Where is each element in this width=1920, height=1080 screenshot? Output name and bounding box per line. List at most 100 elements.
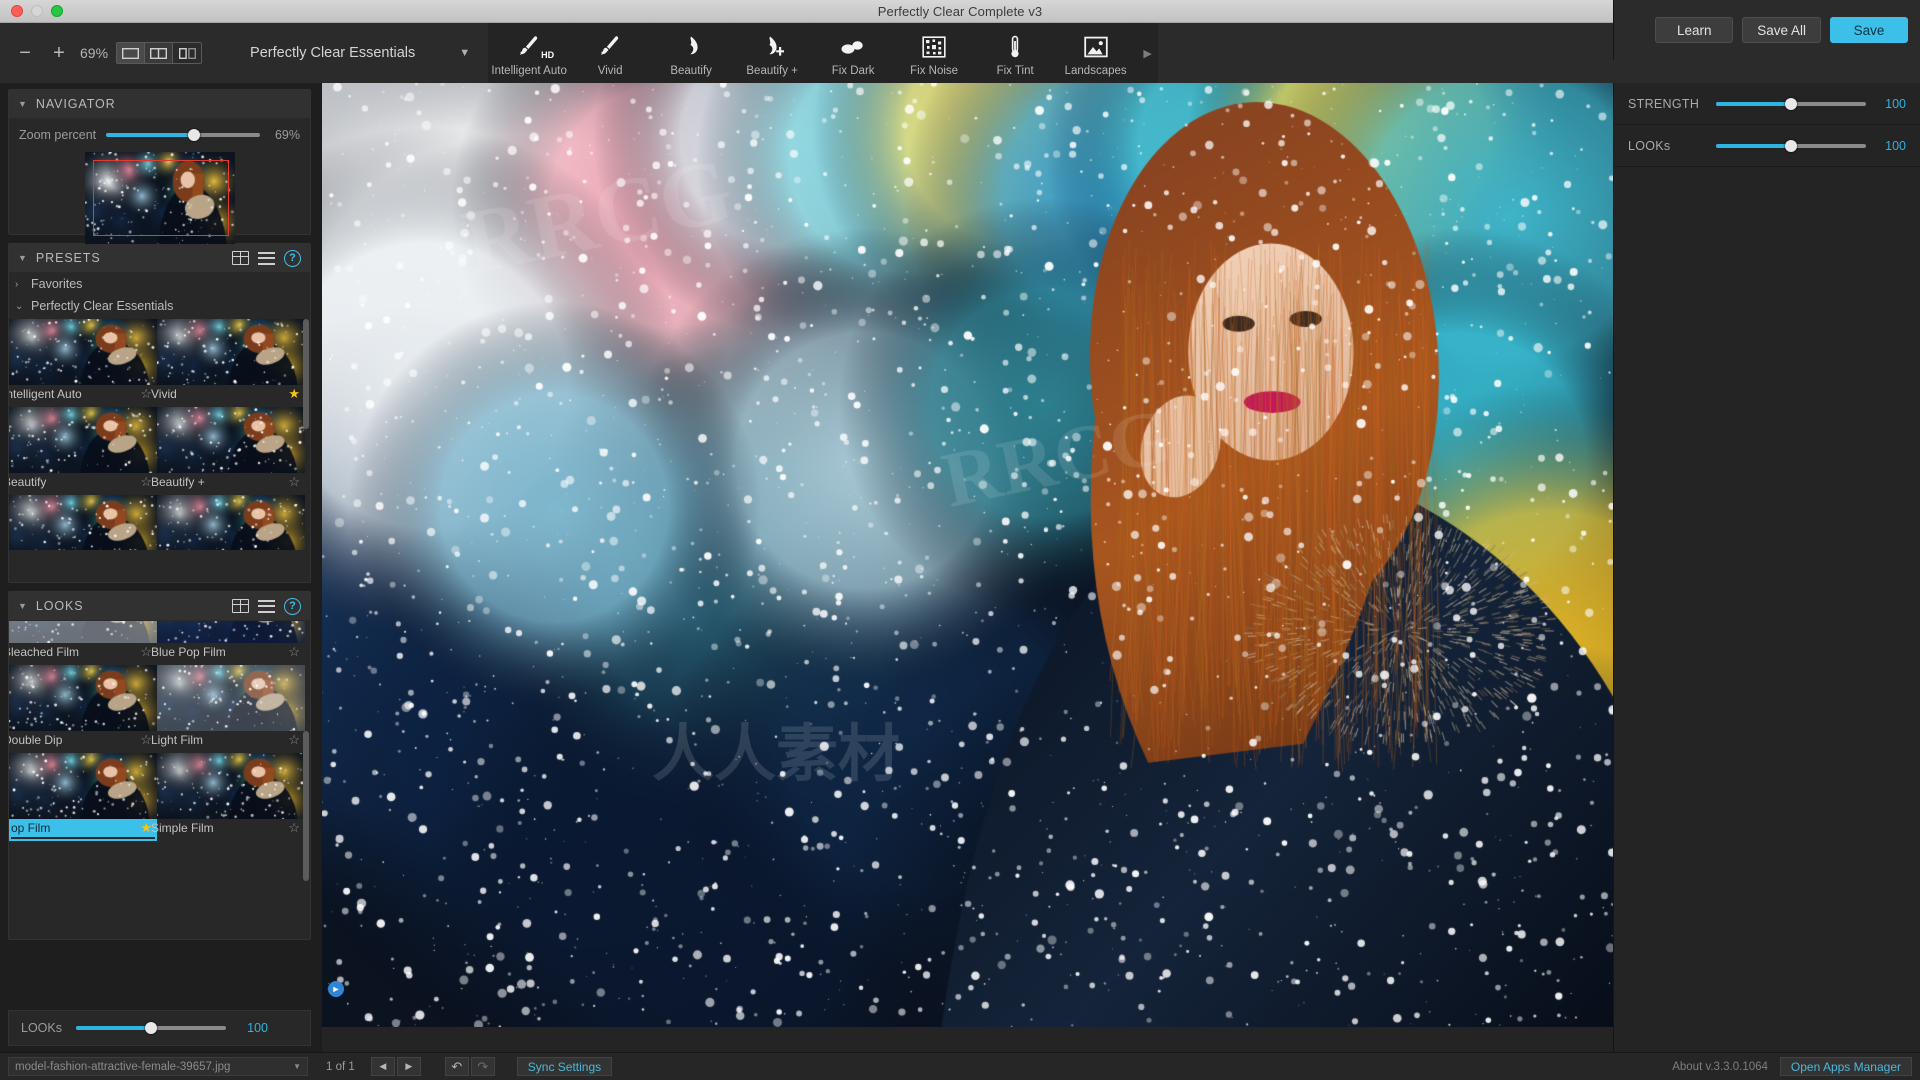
looks-slider[interactable] xyxy=(76,1021,226,1035)
looks-title: LOOKS xyxy=(36,599,84,613)
presets-grid: Intelligent Auto☆Vivid★Beautify☆Beautify… xyxy=(9,317,310,550)
preset-name: Vivid xyxy=(151,387,177,401)
preset-group-label: Favorites xyxy=(31,277,82,291)
preset-thumbnail xyxy=(9,319,157,385)
preset-thumbnail xyxy=(9,665,157,731)
help-icon[interactable]: ? xyxy=(284,250,301,267)
tool-fix-tint[interactable]: Fix Tint xyxy=(974,23,1055,83)
zoom-in-button[interactable]: + xyxy=(42,36,76,70)
preset-cell[interactable]: Pop Film★ xyxy=(9,753,157,841)
tool-vivid[interactable]: Vivid xyxy=(569,23,650,83)
undo-button[interactable]: ↶ xyxy=(445,1057,469,1076)
preset-cell[interactable]: Beautify☆ xyxy=(9,407,157,495)
list-view-icon[interactable] xyxy=(258,252,275,265)
presets-panel: ▼ PRESETS ? › Favorites ⌄ Perfectly Clear E… xyxy=(8,243,311,583)
preset-cell[interactable]: Vivid ★ xyxy=(157,319,305,407)
next-image-button[interactable]: ▶ xyxy=(397,1057,421,1076)
preset-cell[interactable]: Beautify + ☆ xyxy=(157,407,305,495)
list-view-icon[interactable] xyxy=(258,600,275,613)
preset-cell[interactable]: Bleached Film ☆ xyxy=(9,621,157,665)
tools-overflow-arrow[interactable]: ▶ xyxy=(1136,23,1158,83)
preset-cell[interactable]: Double Dip☆ xyxy=(9,665,157,753)
preset-cell[interactable]: Light Film ☆ xyxy=(157,665,305,753)
sync-settings-button[interactable]: Sync Settings xyxy=(517,1057,612,1076)
zoom-out-button[interactable]: − xyxy=(8,36,42,70)
favorite-star-icon[interactable]: ★ xyxy=(288,386,300,402)
side-by-side-view-icon[interactable] xyxy=(173,43,201,63)
about-version-label: About v.3.3.0.1064 xyxy=(1672,1061,1768,1073)
navigator-thumbnail[interactable] xyxy=(85,152,235,250)
looks-header[interactable]: ▼ LOOKS ? xyxy=(9,592,310,621)
looks-scrollbar[interactable] xyxy=(303,731,309,881)
preset-meta: Simple Film ☆ xyxy=(157,819,305,837)
tool-landscapes[interactable]: Landscapes xyxy=(1055,23,1136,83)
preset-name: Beautify xyxy=(9,475,46,489)
grid-view-icon[interactable] xyxy=(232,251,249,265)
preset-name: Blue Pop Film xyxy=(151,645,226,659)
collapse-caret-icon[interactable]: ▼ xyxy=(18,99,27,109)
preset-name: Double Dip xyxy=(9,733,62,747)
tool-beautify[interactable]: Beautify xyxy=(650,23,731,83)
navigator-header[interactable]: ▼ NAVIGATOR xyxy=(9,90,310,119)
favorite-star-icon[interactable]: ☆ xyxy=(288,820,300,836)
presets-scrollbar[interactable] xyxy=(303,319,309,429)
landscape-icon xyxy=(1083,34,1109,60)
looks-grid: Bleached Film☆Blue Pop Film☆Double Dip☆L… xyxy=(9,621,310,841)
preset-name: Beautify + xyxy=(151,475,205,489)
chevron-down-icon: ▼ xyxy=(293,1062,301,1071)
favorite-star-icon[interactable]: ☆ xyxy=(288,474,300,490)
single-view-icon[interactable] xyxy=(117,43,145,63)
redo-button[interactable]: ↷ xyxy=(471,1057,495,1076)
collapse-caret-icon[interactable]: ▼ xyxy=(18,601,27,611)
open-apps-manager-button[interactable]: Open Apps Manager xyxy=(1780,1057,1912,1076)
preset-cell[interactable]: Fix Dark☆ xyxy=(9,495,157,550)
grid-view-icon[interactable] xyxy=(232,599,249,613)
preset-thumbnail xyxy=(157,621,305,643)
collapse-caret-icon[interactable]: ▼ xyxy=(18,253,27,263)
control-slider[interactable] xyxy=(1716,139,1866,153)
preset-meta: Beautify☆ xyxy=(9,473,157,491)
preset-group-favorites[interactable]: › Favorites xyxy=(9,273,310,295)
presets-header[interactable]: ▼ PRESETS ? xyxy=(9,244,310,273)
zoom-percent-slider[interactable] xyxy=(106,128,260,142)
preset-thumbnail xyxy=(157,665,305,731)
preset-cell[interactable]: Blue Pop Film ☆ xyxy=(157,621,305,665)
preset-name: Light Film xyxy=(151,733,203,747)
split-view-icon[interactable] xyxy=(145,43,173,63)
tool-fix-noise[interactable]: Fix Noise xyxy=(893,23,974,83)
navigator-title: NAVIGATOR xyxy=(36,97,116,111)
preset-cell[interactable]: Intelligent Auto ☆ xyxy=(9,319,157,407)
save-button[interactable]: Save xyxy=(1830,17,1908,43)
tool-beautify[interactable]: Beautify + xyxy=(731,23,812,83)
favorite-star-icon[interactable]: ☆ xyxy=(288,644,300,660)
previous-image-button[interactable]: ◀ xyxy=(371,1057,395,1076)
tool-label: Fix Noise xyxy=(910,65,958,77)
preset-cell[interactable]: Simple Film ☆ xyxy=(157,753,305,841)
save-all-button[interactable]: Save All xyxy=(1742,17,1821,43)
preset-name: Pop Film xyxy=(9,821,50,835)
learn-button[interactable]: Learn xyxy=(1655,17,1733,43)
navigator-crop-rect[interactable] xyxy=(93,160,229,236)
favorite-star-icon[interactable]: ☆ xyxy=(288,732,300,748)
looks-grid-wrap: Bleached Film☆Blue Pop Film☆Double Dip☆L… xyxy=(9,621,310,939)
presets-group-tree: › Favorites ⌄ Perfectly Clear Essentials xyxy=(9,273,310,317)
compare-toggle-icon[interactable]: ► xyxy=(328,981,344,997)
preset-thumbnail xyxy=(9,495,157,550)
filename-dropdown[interactable]: model-fashion-attractive-female-39657.jp… xyxy=(8,1057,308,1076)
tool-intelligent-auto[interactable]: HD Intelligent Auto xyxy=(488,23,569,83)
view-mode-group[interactable] xyxy=(116,42,202,64)
preset-group-perfectly-clear-essentials[interactable]: ⌄ Perfectly Clear Essentials xyxy=(9,295,310,317)
preset-dropdown[interactable]: Perfectly Clear Essentials ▼ xyxy=(250,23,470,83)
preset-cell[interactable]: Fix Noise☆ xyxy=(157,495,305,550)
preset-meta: Blue Pop Film ☆ xyxy=(157,643,305,661)
control-row-strength: STRENGTH 100 xyxy=(1614,83,1920,125)
tool-buttons: HD Intelligent Auto Vivid Beautify Beautify … xyxy=(488,23,1136,83)
preset-thumbnail xyxy=(157,753,305,819)
image-canvas[interactable]: ► RRCG 人人素材 RRCG xyxy=(322,83,1613,1027)
thermometer-icon xyxy=(1002,34,1028,60)
tool-fix-dark[interactable]: Fix Dark xyxy=(812,23,893,83)
zoom-controls: − + 69% xyxy=(0,23,202,83)
looks-slider-value: 100 xyxy=(240,1021,268,1035)
control-slider[interactable] xyxy=(1716,97,1866,111)
help-icon[interactable]: ? xyxy=(284,598,301,615)
